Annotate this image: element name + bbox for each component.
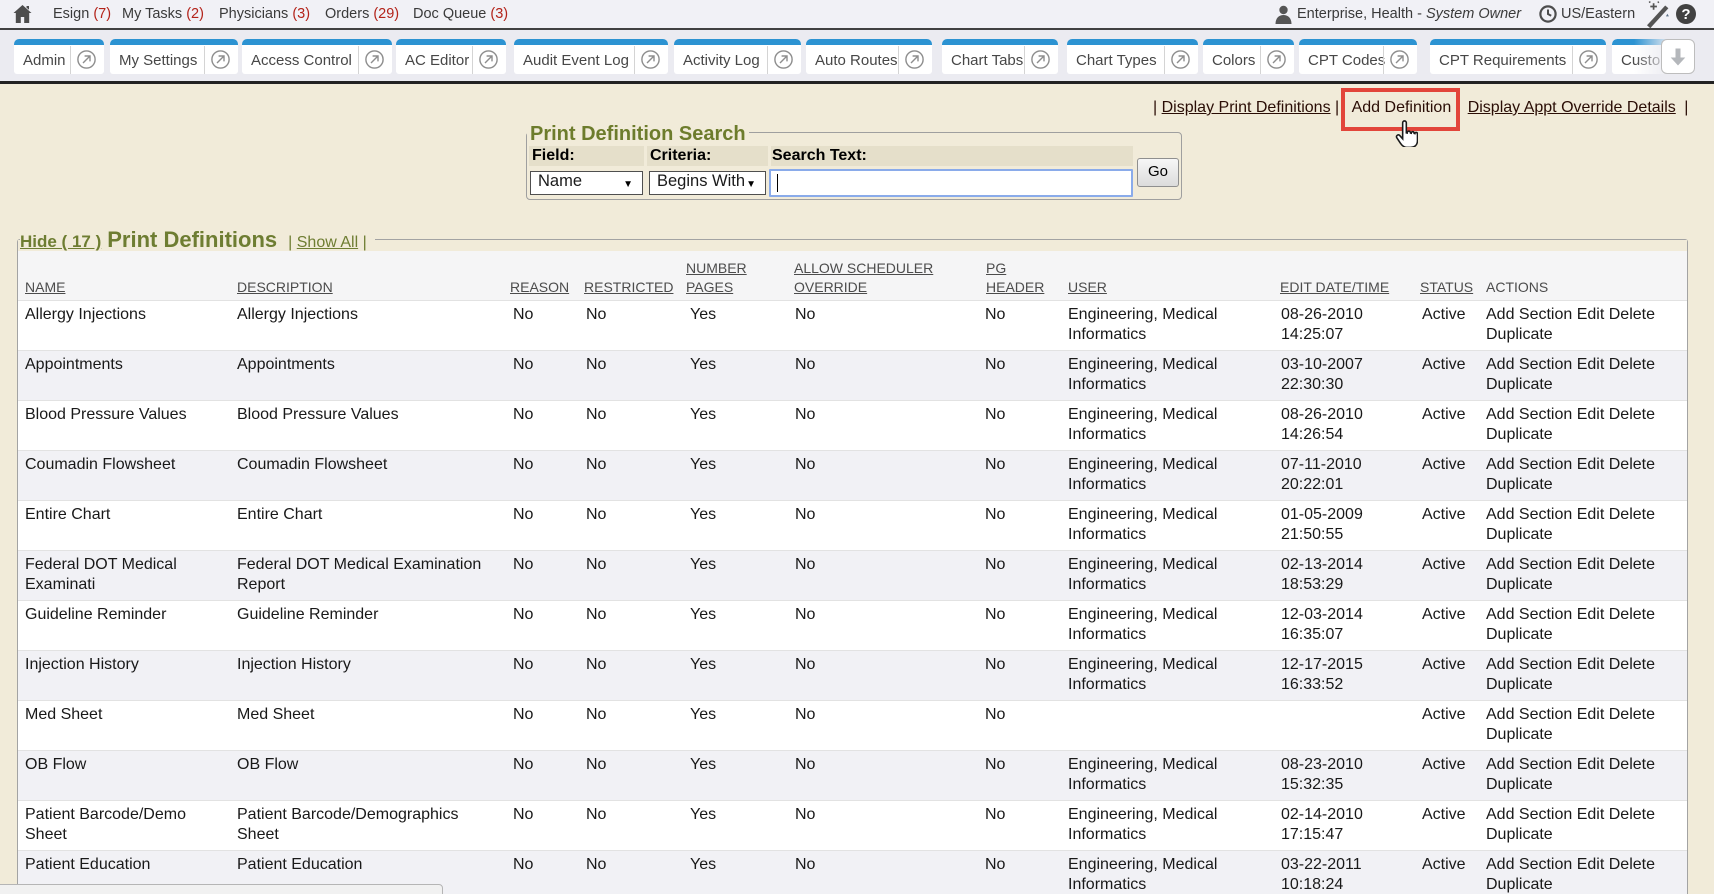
svg-text:?: ? [1681,6,1690,23]
